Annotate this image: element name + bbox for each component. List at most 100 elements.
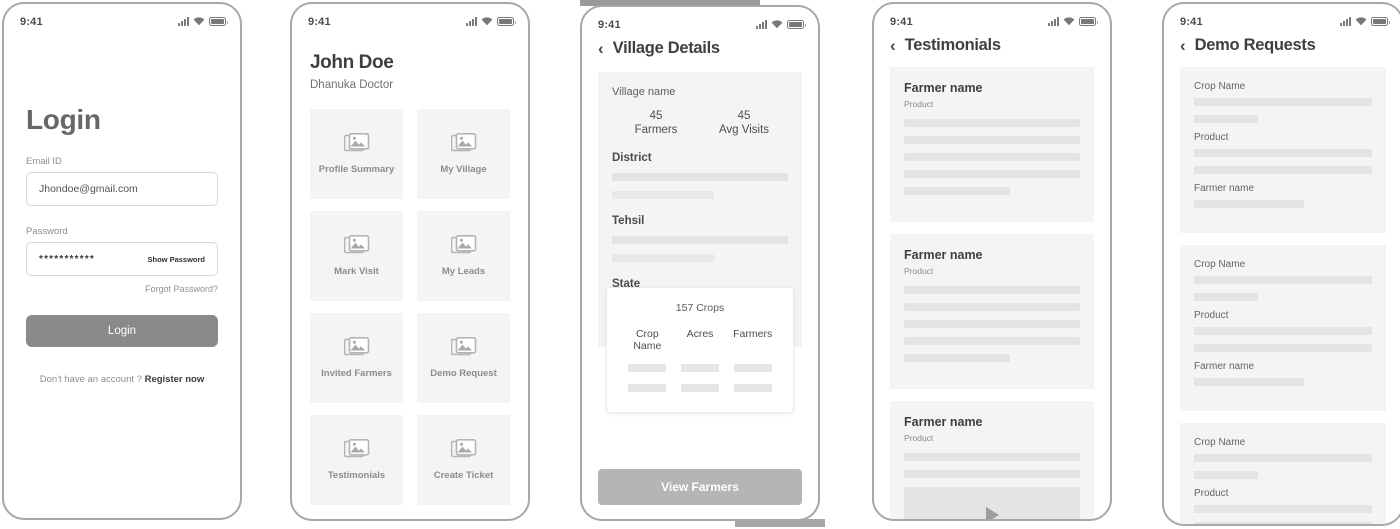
placeholder-line <box>1194 344 1372 352</box>
product-label: Product <box>1194 310 1229 321</box>
chevron-left-icon[interactable]: ‹ <box>1180 37 1186 54</box>
battery-icon <box>1371 17 1390 26</box>
tile-invited-farmers[interactable]: Invited Farmers <box>310 313 403 403</box>
section-label-district: District <box>612 152 652 164</box>
product-label: Product <box>904 433 934 443</box>
status-bar-time: 9:41 <box>308 15 331 28</box>
placeholder-line <box>904 320 1080 328</box>
page-title: Login <box>26 104 101 135</box>
signal-icon <box>178 17 189 26</box>
tile-label: My Village <box>440 164 487 175</box>
column-header-farmers: Farmers <box>733 328 773 340</box>
column-header-crop-name: Crop Name <box>633 328 662 352</box>
tile-testimonials[interactable]: Testimonials <box>310 415 403 505</box>
placeholder-line <box>1194 98 1372 106</box>
status-bar-time: 9:41 <box>20 15 43 28</box>
chevron-left-icon[interactable]: ‹ <box>890 37 896 54</box>
image-placeholder-icon <box>343 439 370 461</box>
status-bar-time: 9:41 <box>890 15 913 28</box>
page-title: Demo Requests <box>1194 36 1316 54</box>
crops-count: 157 Crops <box>675 302 725 314</box>
signal-icon <box>1048 17 1059 26</box>
farmer-name: Farmer name <box>904 81 983 95</box>
stat-label: Farmers <box>634 124 678 136</box>
page-title: Village Details <box>612 39 720 57</box>
demo-request-card[interactable]: Crop Name Product Farmer name <box>1180 67 1386 233</box>
signal-icon <box>756 20 767 29</box>
section-label-tehsil: Tehsil <box>612 215 645 227</box>
status-bar-time: 9:41 <box>598 18 621 31</box>
cell <box>621 384 674 392</box>
forgot-password-link[interactable]: Forgot Password? <box>26 284 218 294</box>
farmer-name-label: Farmer name <box>1194 183 1255 194</box>
image-placeholder-icon <box>450 235 477 257</box>
battery-icon <box>497 17 516 26</box>
farmer-name: Farmer name <box>904 248 983 262</box>
wifi-icon <box>193 17 205 26</box>
screenshot-canvas: 9:41 Login Email ID Jhondoe@gmail.com Pa… <box>0 0 1400 529</box>
menu-tile-grid: Profile Summary My Village Mark Visit My… <box>310 109 510 505</box>
status-bar-icons <box>178 17 228 26</box>
crop-name-label: Crop Name <box>1194 259 1246 270</box>
image-placeholder-icon <box>343 235 370 257</box>
placeholder-line <box>1194 522 1372 524</box>
image-placeholder-icon <box>450 439 477 461</box>
tile-profile-summary[interactable]: Profile Summary <box>310 109 403 199</box>
testimonial-card[interactable]: Farmer name Product <box>890 234 1094 389</box>
show-password-toggle[interactable]: Show Password <box>147 255 205 264</box>
play-icon[interactable] <box>985 507 999 519</box>
user-role: Dhanuka Doctor <box>310 79 394 91</box>
column-header-acres: Acres <box>686 328 714 340</box>
email-field[interactable]: Jhondoe@gmail.com <box>26 172 218 206</box>
demo-request-card[interactable]: Crop Name Product Farmer name <box>1180 423 1386 524</box>
demo-request-list: Crop Name Product Farmer name Crop Name … <box>1164 55 1400 524</box>
crop-name-label: Crop Name <box>1194 81 1246 92</box>
testimonial-card[interactable]: Farmer name Product <box>890 67 1094 222</box>
chevron-left-icon[interactable]: ‹ <box>598 40 604 57</box>
placeholder-bar <box>612 254 715 262</box>
status-bar: 9:41 <box>874 4 1110 30</box>
image-placeholder-icon <box>450 133 477 155</box>
placeholder-line <box>1194 293 1259 301</box>
table-row <box>621 384 779 392</box>
register-link[interactable]: Register now <box>145 374 205 385</box>
password-value: *********** <box>39 253 96 265</box>
placeholder-line <box>1194 327 1372 335</box>
placeholder-line <box>1194 200 1305 208</box>
tile-my-leads[interactable]: My Leads <box>417 211 510 301</box>
login-button[interactable]: Login <box>26 315 218 347</box>
demo-request-card[interactable]: Crop Name Product Farmer name <box>1180 245 1386 411</box>
cell <box>621 364 674 372</box>
nav-header: ‹ Village Details <box>582 33 818 58</box>
tile-mark-visit[interactable]: Mark Visit <box>310 211 403 301</box>
register-prompt: Don't have an account ? Register now <box>26 374 218 385</box>
password-field[interactable]: *********** Show Password <box>26 242 218 276</box>
login-form: Login Email ID Jhondoe@gmail.com Passwor… <box>4 104 240 385</box>
tile-my-village[interactable]: My Village <box>417 109 510 199</box>
testimonial-video[interactable] <box>904 487 1080 519</box>
placeholder-line <box>904 187 1010 195</box>
status-bar: 9:41 <box>582 7 818 33</box>
wifi-icon <box>1355 17 1367 26</box>
tile-label: Invited Farmers <box>321 368 392 379</box>
cell <box>726 364 779 372</box>
status-bar-time: 9:41 <box>1180 15 1203 28</box>
register-prompt-text: Don't have an account ? <box>39 374 142 385</box>
tile-create-ticket[interactable]: Create Ticket <box>417 415 510 505</box>
status-bar-icons <box>756 20 806 29</box>
placeholder-line <box>904 453 1080 461</box>
nav-header: ‹ Demo Requests <box>1164 30 1400 55</box>
product-label: Product <box>1194 132 1229 143</box>
cell <box>674 384 727 392</box>
tile-demo-request[interactable]: Demo Request <box>417 313 510 403</box>
testimonial-card[interactable]: Farmer name Product <box>890 401 1094 519</box>
crops-panel: 157 Crops Crop Name Acres Farmers <box>606 287 794 413</box>
page-title: Testimonials <box>904 36 1001 54</box>
stat-farmers: 45 Farmers <box>612 110 700 136</box>
product-label: Product <box>1194 488 1229 499</box>
wifi-icon <box>481 17 493 26</box>
view-farmers-button[interactable]: View Farmers <box>598 469 802 505</box>
image-placeholder-icon <box>343 337 370 359</box>
stat-value: 45 <box>649 110 663 122</box>
placeholder-line <box>1194 276 1372 284</box>
